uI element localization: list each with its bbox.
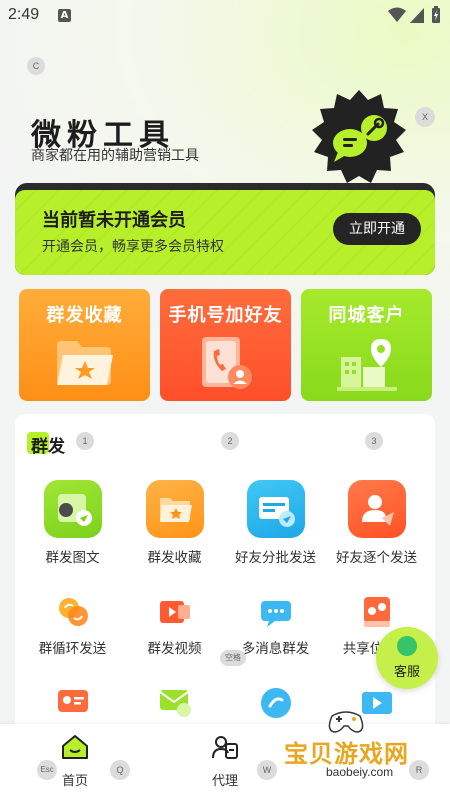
mail-check-icon <box>158 686 192 720</box>
watermark-text: 宝贝游戏网 <box>284 740 409 768</box>
watermark-url: baobeiy.com <box>326 765 394 779</box>
wifi-icon <box>388 7 406 22</box>
signal-icon <box>410 8 424 23</box>
key-hint-x[interactable]: X <box>415 107 435 127</box>
tool-one-by-one-send[interactable]: 好友逐个发送 <box>324 480 429 566</box>
person-send-icon <box>347 480 406 538</box>
open-membership-button[interactable]: 立即开通 <box>333 213 421 245</box>
member-banner[interactable]: 当前暂未开通会员 开通会员，畅享更多会员特权 立即开通 <box>15 190 435 275</box>
service-face-icon <box>397 636 417 656</box>
battery-icon <box>432 6 440 23</box>
member-desc: 开通会员，畅享更多会员特权 <box>42 239 224 255</box>
key-hint-q: Q <box>110 760 130 780</box>
tool-label: 群发图文 <box>45 550 100 566</box>
loop-send-icon <box>56 595 90 629</box>
card-phone-add-friend[interactable]: 手机号加好友 <box>160 289 291 401</box>
status-bar: 2:49 A <box>0 0 450 32</box>
site-watermark: 宝贝游戏网 baobeiy.com <box>284 704 444 784</box>
tool-group-video[interactable]: 群发视频 <box>122 595 227 657</box>
nav-agent[interactable]: 代理 <box>185 734 265 789</box>
tool-card-send[interactable] <box>20 686 125 720</box>
key-hint-2: 2 <box>221 432 239 450</box>
key-hint-w: W <box>257 760 277 780</box>
card-send-icon <box>56 686 90 720</box>
app-subtitle: 商家都在用的辅助营销工具 <box>31 148 199 164</box>
home-icon <box>62 735 88 759</box>
tool-mail-check[interactable] <box>122 686 227 720</box>
key-hint-1: 1 <box>76 432 94 450</box>
chat-wrench-badge-icon <box>312 90 406 183</box>
tool-multi-message[interactable]: 多消息群发 <box>223 595 328 657</box>
gamepad-logo-icon <box>328 711 364 733</box>
card-label: 同城客户 <box>328 305 405 326</box>
tool-group-image-text[interactable]: 群发图文 <box>20 480 125 566</box>
group-title: 群发 <box>31 437 65 457</box>
contacts-book-icon <box>202 337 252 389</box>
folder-star-icon <box>145 480 204 538</box>
card-local-customers[interactable]: 同城客户 <box>301 289 432 401</box>
batch-send-icon <box>246 480 305 538</box>
key-hint-space: 空格 <box>220 650 246 666</box>
tool-label: 群循环发送 <box>38 641 107 657</box>
key-hint-c: C <box>27 57 45 75</box>
member-title: 当前暂未开通会员 <box>42 210 186 231</box>
tool-loop-send[interactable]: 群循环发送 <box>20 595 125 657</box>
notification-icon: A <box>58 9 71 22</box>
tool-label: 群发视频 <box>147 641 202 657</box>
tool-batch-send[interactable]: 好友分批发送 <box>223 480 328 566</box>
nav-agent-label: 代理 <box>211 774 238 789</box>
customer-service-button[interactable]: 客服 <box>376 627 438 689</box>
tool-group-favorites[interactable]: 群发收藏 <box>122 480 227 566</box>
image-send-icon <box>43 480 102 538</box>
agent-icon <box>212 736 238 759</box>
multi-message-icon <box>259 595 293 629</box>
tool-label: 好友分批发送 <box>235 550 316 566</box>
customer-service-label: 客服 <box>393 665 420 680</box>
card-group-favorites[interactable]: 群发收藏 <box>19 289 150 401</box>
key-hint-esc: Esc <box>37 760 57 780</box>
location-share-icon <box>360 595 394 629</box>
card-label: 群发收藏 <box>46 305 123 326</box>
video-icon <box>158 595 192 629</box>
tool-label: 好友逐个发送 <box>336 550 417 566</box>
folder-star-icon <box>57 341 113 385</box>
status-time: 2:49 <box>8 6 40 23</box>
city-location-icon <box>337 339 397 391</box>
key-hint-3: 3 <box>365 432 383 450</box>
card-label: 手机号加好友 <box>168 305 283 326</box>
tool-label: 群发收藏 <box>147 550 202 566</box>
